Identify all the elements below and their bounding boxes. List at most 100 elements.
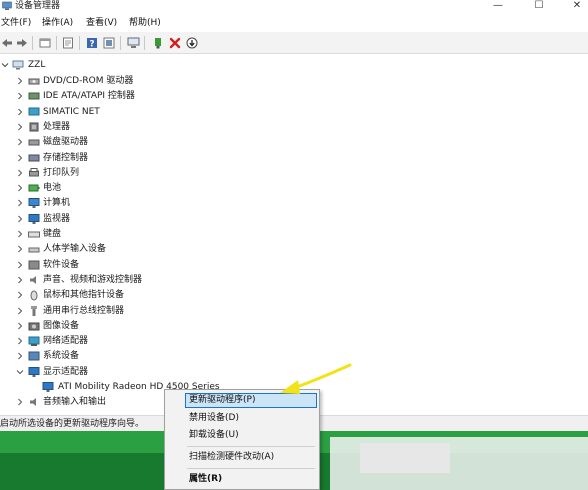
properties-menu-item[interactable]: 属性(R) (189, 472, 222, 486)
network-icon (28, 107, 40, 116)
tree-category-item[interactable]: 人体学输入设备 (0, 242, 260, 257)
tree-category-item[interactable]: 磁盘驱动器 (0, 135, 260, 150)
chevron-right-icon[interactable] (16, 337, 24, 345)
svg-text:?: ? (89, 40, 94, 50)
tree-root[interactable]: ZZL (0, 58, 200, 73)
maximize-button[interactable]: ☐ (528, 0, 550, 12)
title-bar: 设备管理器 — ☐ ✕ (0, 0, 588, 14)
chevron-right-icon[interactable] (16, 154, 24, 162)
chevron-right-icon[interactable] (16, 322, 24, 330)
uninstall-icon[interactable] (168, 36, 182, 50)
tree-category-item[interactable]: 键盘 (0, 227, 260, 242)
printer-icon (29, 167, 39, 177)
tree-category-item[interactable]: 处理器 (0, 120, 260, 135)
chevron-right-icon[interactable] (16, 276, 24, 284)
close-button[interactable]: ✕ (566, 0, 588, 12)
chevron-down-icon[interactable] (1, 61, 9, 69)
forward-icon[interactable] (15, 36, 29, 50)
tree-category-item[interactable]: IDE ATA/ATAPI 控制器 (0, 89, 260, 104)
tree-item-label: 计算机 (43, 198, 71, 209)
tree-category-item[interactable]: 图像设备 (0, 319, 260, 334)
tree-item-label: 软件设备 (43, 259, 80, 270)
tree-category-item[interactable]: 计算机 (0, 196, 260, 211)
ide-controller-icon (28, 92, 40, 100)
hid-icon (28, 247, 40, 253)
download-icon[interactable] (185, 36, 199, 50)
tree-category-item[interactable]: 打印队列 (0, 166, 260, 181)
device-tree: ZZL DVD/CD-ROM 驱动器 IDE ATA/ATAPI 控制器 SIMAT… (0, 54, 588, 415)
chevron-right-icon[interactable] (16, 398, 24, 406)
processor-icon (29, 122, 39, 132)
chevron-right-icon[interactable] (16, 184, 24, 192)
disable-device-menu-item[interactable]: 禁用设备(D) (189, 411, 239, 425)
menu-help[interactable]: 帮助(H) (129, 17, 161, 29)
network-adapter-icon (28, 336, 40, 347)
tree-item-label: DVD/CD-ROM 驱动器 (43, 76, 134, 86)
tree-category-item[interactable]: 显示适配器 (0, 365, 260, 380)
camera-icon (28, 322, 40, 331)
tree-category-item[interactable]: 监视器 (0, 212, 260, 227)
chevron-right-icon[interactable] (16, 108, 24, 116)
minimize-button[interactable]: — (487, 0, 509, 12)
menu-action[interactable]: 操作(A) (42, 17, 73, 29)
details-icon[interactable] (102, 36, 116, 50)
chevron-right-icon[interactable] (16, 352, 24, 360)
chevron-right-icon[interactable] (16, 138, 24, 146)
toolbar-separator (79, 36, 80, 50)
tree-item-label: SIMATIC NET (43, 106, 100, 117)
disk-drive-icon (28, 139, 40, 146)
chevron-down-icon[interactable] (16, 368, 24, 376)
tree-category-item[interactable]: 鼠标和其他指针设备 (0, 288, 260, 303)
toolbar-separator (144, 36, 145, 50)
device-manager-icon (2, 1, 12, 10)
status-text: 启动所选设备的更新驱动程序向导。 (0, 419, 145, 429)
monitor-icon (28, 213, 40, 224)
update-driver-menu-item[interactable]: 更新驱动程序(P) (189, 393, 255, 407)
tree-item-label: 磁盘驱动器 (43, 137, 89, 148)
menu-view[interactable]: 查看(V) (86, 17, 117, 29)
chevron-right-icon[interactable] (16, 230, 24, 238)
chevron-right-icon[interactable] (16, 92, 24, 100)
uninstall-device-menu-item[interactable]: 卸载设备(U) (189, 428, 239, 442)
tree-category-item[interactable]: 声音、视频和游戏控制器 (0, 273, 260, 288)
toolbar-separator (32, 36, 33, 50)
tree-item-label: 显示适配器 (43, 366, 89, 377)
tree-item-label: 音频输入和输出 (43, 397, 107, 408)
menu-file[interactable]: 文件(F) (1, 17, 31, 29)
chevron-right-icon[interactable] (16, 169, 24, 177)
tree-category-item[interactable]: 存储控制器 (0, 151, 260, 166)
tree-category-item[interactable]: SIMATIC NET (0, 105, 260, 120)
chevron-right-icon[interactable] (16, 291, 24, 299)
tree-item-label: 图像设备 (43, 320, 80, 331)
tree-category-item[interactable]: DVD/CD-ROM 驱动器 (0, 74, 260, 89)
scan-hardware-menu-item[interactable]: 扫描检测硬件改动(A) (189, 450, 274, 464)
toolbar: ? (0, 32, 588, 54)
mouse-icon (30, 290, 38, 301)
audio-icon (30, 398, 36, 407)
properties-icon[interactable] (61, 36, 75, 50)
chevron-right-icon[interactable] (16, 199, 24, 207)
display-device-icon (42, 382, 54, 392)
annotation-arrow (280, 363, 352, 394)
tree-category-item[interactable]: 系统设备 (0, 349, 260, 364)
tree-category-item[interactable]: 电池 (0, 181, 260, 196)
storage-controller-icon (28, 154, 40, 161)
tree-category-item[interactable]: 软件设备 (0, 258, 260, 273)
chevron-right-icon[interactable] (16, 245, 24, 253)
show-hide-icon[interactable] (38, 36, 52, 50)
chevron-right-icon[interactable] (16, 123, 24, 131)
chevron-right-icon[interactable] (16, 77, 24, 85)
context-menu: 更新驱动程序(P) 禁用设备(D) 卸载设备(U) 扫描检测硬件改动(A) 属性… (164, 389, 320, 490)
add-driver-icon[interactable] (151, 36, 165, 50)
tree-category-item[interactable]: 网络适配器 (0, 334, 260, 349)
chevron-right-icon[interactable] (16, 307, 24, 315)
tree-root-label: ZZL (28, 60, 46, 70)
back-icon[interactable] (0, 36, 14, 50)
help-icon[interactable]: ? (85, 36, 99, 50)
tree-item-label: 声音、视频和游戏控制器 (43, 274, 143, 285)
chevron-right-icon[interactable] (16, 261, 24, 269)
computer-icon[interactable] (126, 36, 140, 50)
chevron-right-icon[interactable] (16, 215, 24, 223)
tree-item-label: 通用串行总线控制器 (43, 305, 125, 316)
tree-category-item[interactable]: 通用串行总线控制器 (0, 304, 260, 319)
